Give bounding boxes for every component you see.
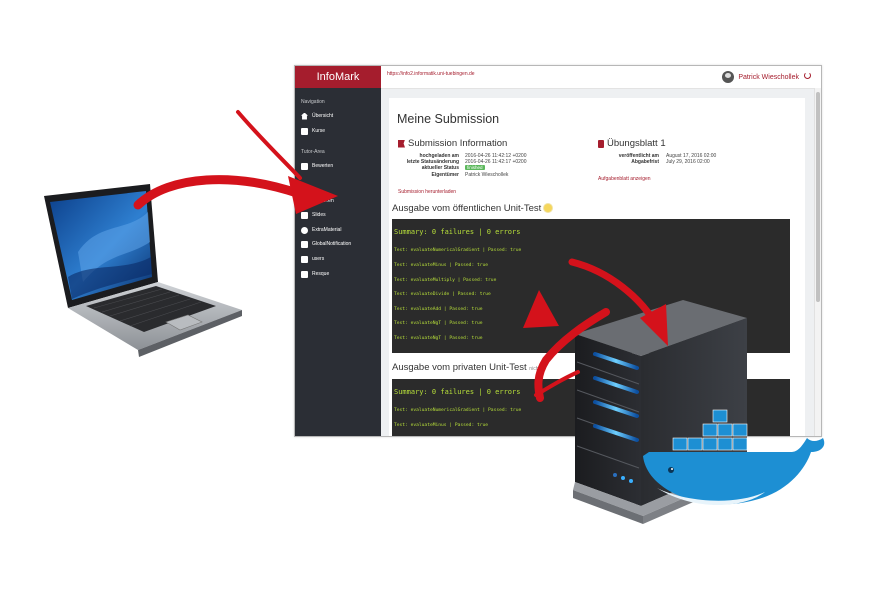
user-menu[interactable]: Patrick Wieschollek (722, 70, 799, 84)
sidebar-item-label: Resque (312, 271, 330, 277)
sheet-info-table: veröffentlicht am August 17, 2016 02:00 … (589, 153, 789, 167)
console-summary: Summary: 0 failures | 0 errors (394, 388, 521, 396)
scrollbar-thumb[interactable] (816, 92, 820, 302)
user-icon (301, 255, 308, 263)
wrench-icon (301, 270, 308, 278)
sidebar-item-extramaterial[interactable]: ExtraMaterial (301, 225, 341, 235)
console-line: Test: evaluateMultiply | Passed: true (394, 278, 497, 283)
console-line: Test: evaluateNumericalGradient | Passed… (394, 408, 522, 413)
sidebar-item-uebersicht[interactable]: Übersicht (301, 111, 333, 121)
console-line: Test: evaluateDivide | Passed: true (394, 292, 491, 297)
console-line: Test: evaluateMinus | Passed: true (394, 263, 489, 268)
sidebar-item-label: Übersicht (312, 113, 334, 119)
brand-logo[interactable]: InfoMark (295, 66, 381, 88)
console-line: Test: evaluateNumericalGradient | Passed… (394, 248, 522, 253)
public-output-heading: Ausgabe vom öffentlichen Unit-Test (392, 203, 553, 214)
sidebar: InfoMark Navigation Übersicht Kurse Tuto… (295, 66, 381, 436)
page-title: Meine Submission (397, 112, 500, 126)
submission-info-title: Submission Information (408, 138, 508, 149)
sheet-key: Abgabefrist (631, 159, 659, 166)
user-name: Patrick Wieschollek (738, 73, 799, 81)
book-icon (301, 127, 308, 135)
check-icon (301, 162, 308, 170)
sidebar-item-label: Kurse (312, 128, 326, 134)
server-docker-illustration (573, 300, 825, 524)
book-icon (598, 139, 604, 148)
nav-heading-tutor-area: Tutor-Area (301, 149, 325, 155)
logout-icon[interactable] (804, 72, 811, 79)
sheet-heading: Übungsblatt 1 (598, 138, 666, 149)
avatar (722, 71, 735, 83)
show-sheet-link[interactable]: Aufgabenblatt anzeigen (598, 176, 651, 182)
sidebar-item-label: ...en (324, 198, 334, 204)
sidebar-item-bewerten[interactable]: Bewerten (301, 161, 333, 171)
sidebar-item-globalnotification[interactable]: GlobalNotification (301, 239, 351, 249)
url-link[interactable]: https://info2.informatik.uni-tuebingen.d… (387, 71, 475, 77)
sidebar-item-kurse[interactable]: Kurse (301, 126, 325, 136)
message-icon (301, 240, 308, 248)
sun-icon (544, 204, 553, 212)
sidebar-item-partial[interactable]: ...en (324, 196, 334, 206)
sidebar-item-resque[interactable]: Resque (301, 269, 329, 279)
sidebar-item-slides[interactable]: Slides (301, 210, 326, 220)
console-line: Test: evaluateNgT | Passed: true (394, 321, 483, 326)
private-output-note: nicht fü (529, 366, 546, 372)
public-output-title: Ausgabe vom öffentlichen Unit-Test (392, 203, 542, 214)
info-value: Patrick Wieschollek (465, 171, 509, 178)
attachment-icon (301, 226, 308, 234)
flag-icon (398, 139, 405, 148)
console-line: Test: evaluateAdd | Passed: true (394, 307, 483, 312)
top-bar: https://info2.informatik.uni-tuebingen.d… (381, 66, 821, 89)
private-output-title: Ausgabe vom privaten Unit-Test (392, 362, 527, 373)
sheet-title: Übungsblatt 1 (607, 138, 666, 149)
sidebar-item-users[interactable]: users (301, 254, 324, 264)
sidebar-item-label: users (312, 256, 325, 262)
laptop-illustration (44, 184, 242, 357)
home-icon (301, 112, 308, 120)
info-key: Eigentümer (431, 171, 459, 178)
private-output-heading: Ausgabe vom privaten Unit-Test nicht fü (392, 362, 545, 373)
sheet-value: July 29, 2016 02:00 (666, 159, 710, 166)
sidebar-item-label: GlobalNotification (312, 241, 352, 247)
slides-icon (301, 211, 308, 219)
submission-info-heading: Submission Information (398, 138, 507, 149)
console-summary: Summary: 0 failures | 0 errors (394, 228, 521, 236)
submission-info-table: hochgeladen am 2016-04-26 11:42:12 +0200… (389, 153, 589, 183)
nav-heading-navigation: Navigation (301, 99, 325, 105)
download-submission-link[interactable]: Submission herunterladen (398, 189, 456, 195)
console-line: Test: evaluateMinus | Passed: true (394, 423, 489, 428)
arrow-top-swoosh (236, 110, 302, 180)
sidebar-item-label: ExtraMaterial (312, 227, 342, 233)
sidebar-item-label: Bewerten (312, 163, 334, 169)
sidebar-item-label: Slides (312, 212, 326, 218)
console-line: Test: evaluateNgT | Passed: true (394, 336, 483, 341)
